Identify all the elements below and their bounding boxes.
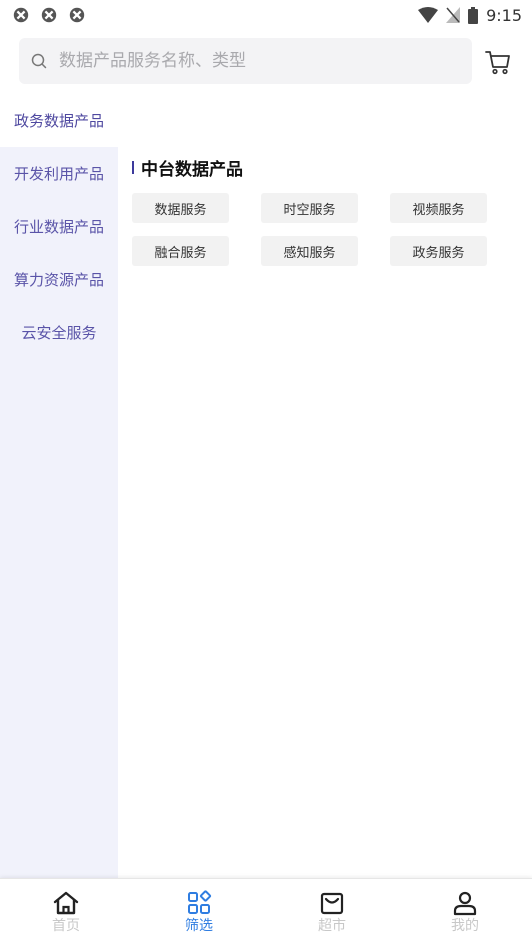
chip-fusion-service[interactable]: 融合服务 [132,236,229,266]
chip-spatiotemporal-service[interactable]: 时空服务 [261,193,358,223]
chip-data-service[interactable]: 数据服务 [132,193,229,223]
chip-sensing-service[interactable]: 感知服务 [261,236,358,266]
status-time: 9:15 [486,5,522,25]
battery-icon [468,6,479,24]
no-signal-icon [446,7,461,23]
nav-market[interactable]: 超市 [297,889,367,935]
nav-mine[interactable]: 我的 [430,889,500,935]
sidebar-item-label: 云安全服务 [21,324,97,342]
nav-market-label: 超市 [318,918,346,934]
search-input[interactable] [59,51,439,71]
user-icon [453,891,477,916]
chip-label: 感知服务 [283,245,336,261]
nav-mine-label: 我的 [451,918,479,934]
sidebar-item-cloud-security[interactable]: 云安全服务 [0,306,118,359]
nav-filter[interactable]: 筛选 [164,889,234,935]
chip-label: 时空服务 [283,202,336,218]
cart-icon [485,51,510,75]
wifi-icon [418,7,439,23]
chip-label: 视频服务 [412,202,465,218]
cart-button[interactable] [484,48,512,76]
chip-label: 数据服务 [154,202,207,218]
nav-home[interactable]: 首页 [31,889,101,935]
status-bar: 9:15 [0,0,532,30]
grid-filter-icon [188,890,212,914]
title-accent-bar [132,161,134,174]
section-title-text: 中台数据产品 [141,160,243,180]
shopping-bag-icon [320,892,344,915]
search-bar[interactable] [19,38,472,84]
chip-label: 融合服务 [154,245,207,261]
category-sidebar: 政务数据产品 开发利用产品 行业数据产品 算力资源产品 云安全服务 [0,94,118,878]
section-title: 中台数据产品 [132,155,243,180]
sidebar-item-compute[interactable]: 算力资源产品 [0,253,118,306]
sidebar-item-label: 算力资源产品 [13,271,104,289]
notification-app-icon [69,7,85,23]
sidebar-item-gov-data[interactable]: 政务数据产品 [0,94,118,147]
status-indicators: 9:15 [418,6,522,25]
notification-app-icon [13,7,29,23]
sidebar-item-industry-data[interactable]: 行业数据产品 [0,200,118,253]
chip-label: 政务服务 [412,245,465,261]
chip-gov-service[interactable]: 政务服务 [390,236,487,266]
sidebar-item-label: 开发利用产品 [13,165,104,183]
bottom-nav: 首页 筛选 超市 我的 [0,878,532,945]
notification-app-icon [41,7,57,23]
home-icon [53,891,79,915]
search-icon [31,53,47,69]
nav-home-label: 首页 [52,918,80,934]
sidebar-item-label: 行业数据产品 [13,218,104,236]
nav-filter-label: 筛选 [185,918,213,934]
chip-video-service[interactable]: 视频服务 [390,193,487,223]
notification-icons [12,6,86,24]
sidebar-item-dev-use[interactable]: 开发利用产品 [0,147,118,200]
sidebar-item-label: 政务数据产品 [13,112,104,130]
